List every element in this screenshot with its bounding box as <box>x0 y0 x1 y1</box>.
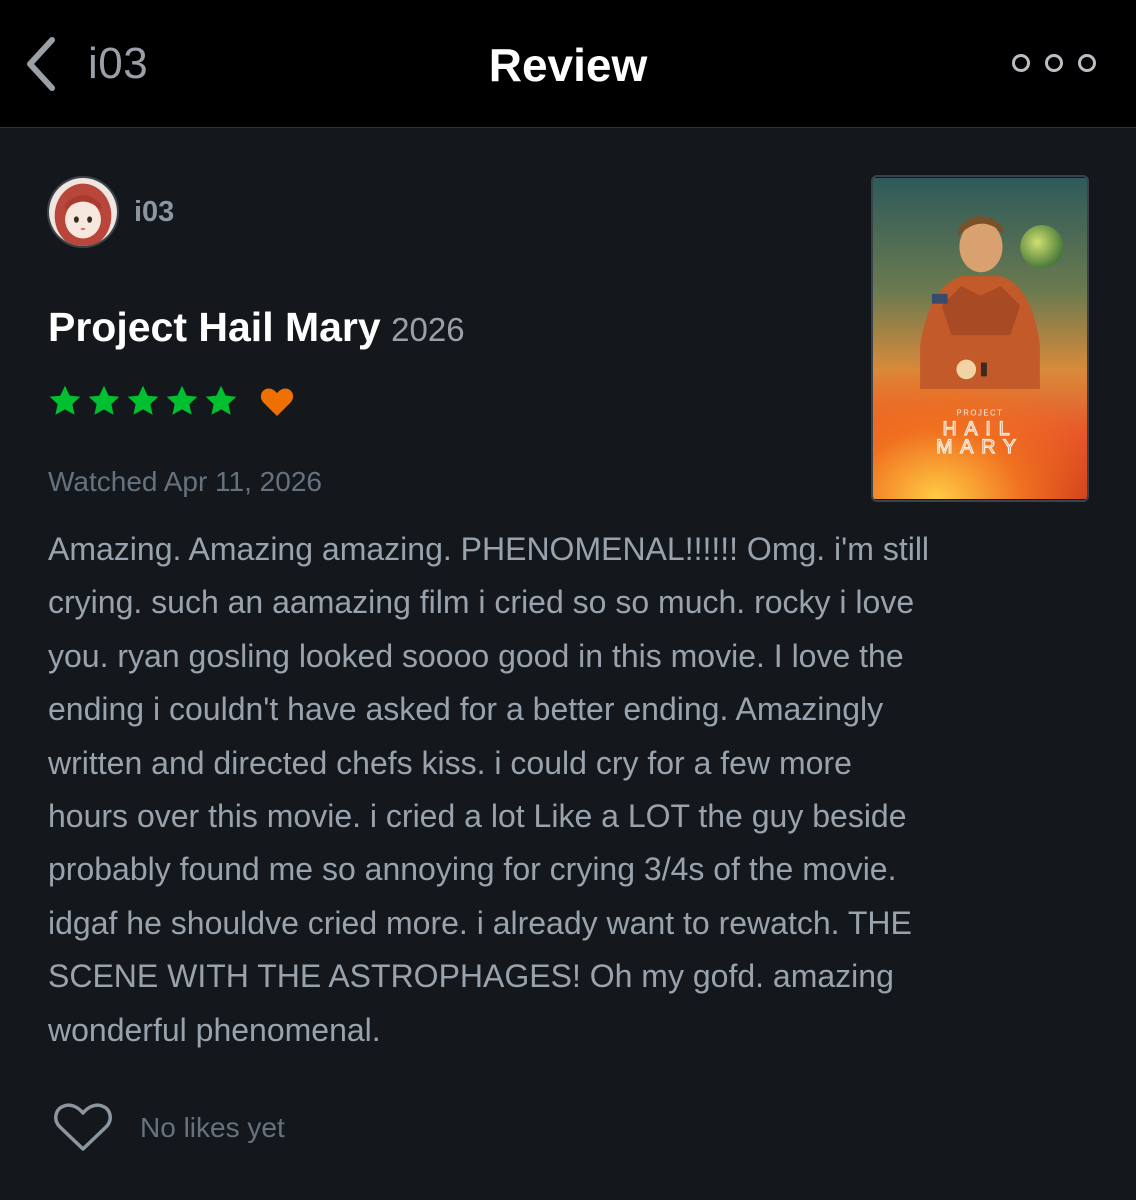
more-options-button[interactable] <box>1012 48 1096 78</box>
heart-outline-icon[interactable] <box>52 1102 114 1154</box>
review-text: Amazing. Amazing amazing. PHENOMENAL!!!!… <box>48 523 1088 1057</box>
review-line: wonderful phenomenal. <box>48 1011 381 1048</box>
star-icon <box>88 385 120 415</box>
likes-count-text: No likes yet <box>140 1112 285 1143</box>
star-icon <box>49 385 81 415</box>
top-nav-bar: i03 Review <box>0 0 1136 128</box>
avatar[interactable] <box>47 176 119 248</box>
review-line: ending i couldn't have asked for a bette… <box>48 691 884 728</box>
star-icon <box>205 385 237 415</box>
review-line: probably found me so annoying for crying… <box>48 851 897 888</box>
chevron-left-icon <box>27 37 55 91</box>
star-icon <box>166 385 198 415</box>
film-heading: Project Hail Mary 2026 <box>48 304 465 351</box>
review-line: Amazing. Amazing amazing. PHENOMENAL!!!!… <box>48 531 930 567</box>
review-line: idgaf he shouldve cried more. i already … <box>48 904 912 941</box>
review-line: crying. such an aamazing film i cried so… <box>48 584 915 621</box>
review-line: written and directed chefs kiss. i could… <box>48 744 852 781</box>
review-line: SCENE WITH THE ASTROPHAGES! Oh my gofd. … <box>48 958 894 995</box>
page-title: Review <box>488 39 648 91</box>
film-year[interactable]: 2026 <box>391 311 464 348</box>
review-line: hours over this movie. i cried a lot Lik… <box>48 798 907 835</box>
more-dots-icon <box>1012 54 1030 72</box>
rating <box>47 380 296 422</box>
likes-row: No likes yet <box>52 1100 285 1156</box>
poster-subtitle: PROJECT <box>957 409 1004 418</box>
more-dots-icon <box>1045 54 1063 72</box>
star-icon <box>127 385 159 415</box>
back-button[interactable]: i03 <box>22 34 148 94</box>
poster-title-line2: MARY <box>936 436 1024 458</box>
reviewer-username[interactable]: i03 <box>134 196 174 229</box>
watched-date: Watched Apr 11, 2026 <box>48 466 322 497</box>
review-line: you. ryan gosling looked soooo good in t… <box>48 637 904 674</box>
film-title[interactable]: Project Hail Mary <box>48 304 381 350</box>
more-dots-icon <box>1078 54 1096 72</box>
heart-filled-icon <box>260 388 294 417</box>
film-poster[interactable]: PROJECT HAIL MARY <box>871 175 1089 502</box>
back-label: i03 <box>88 39 149 88</box>
